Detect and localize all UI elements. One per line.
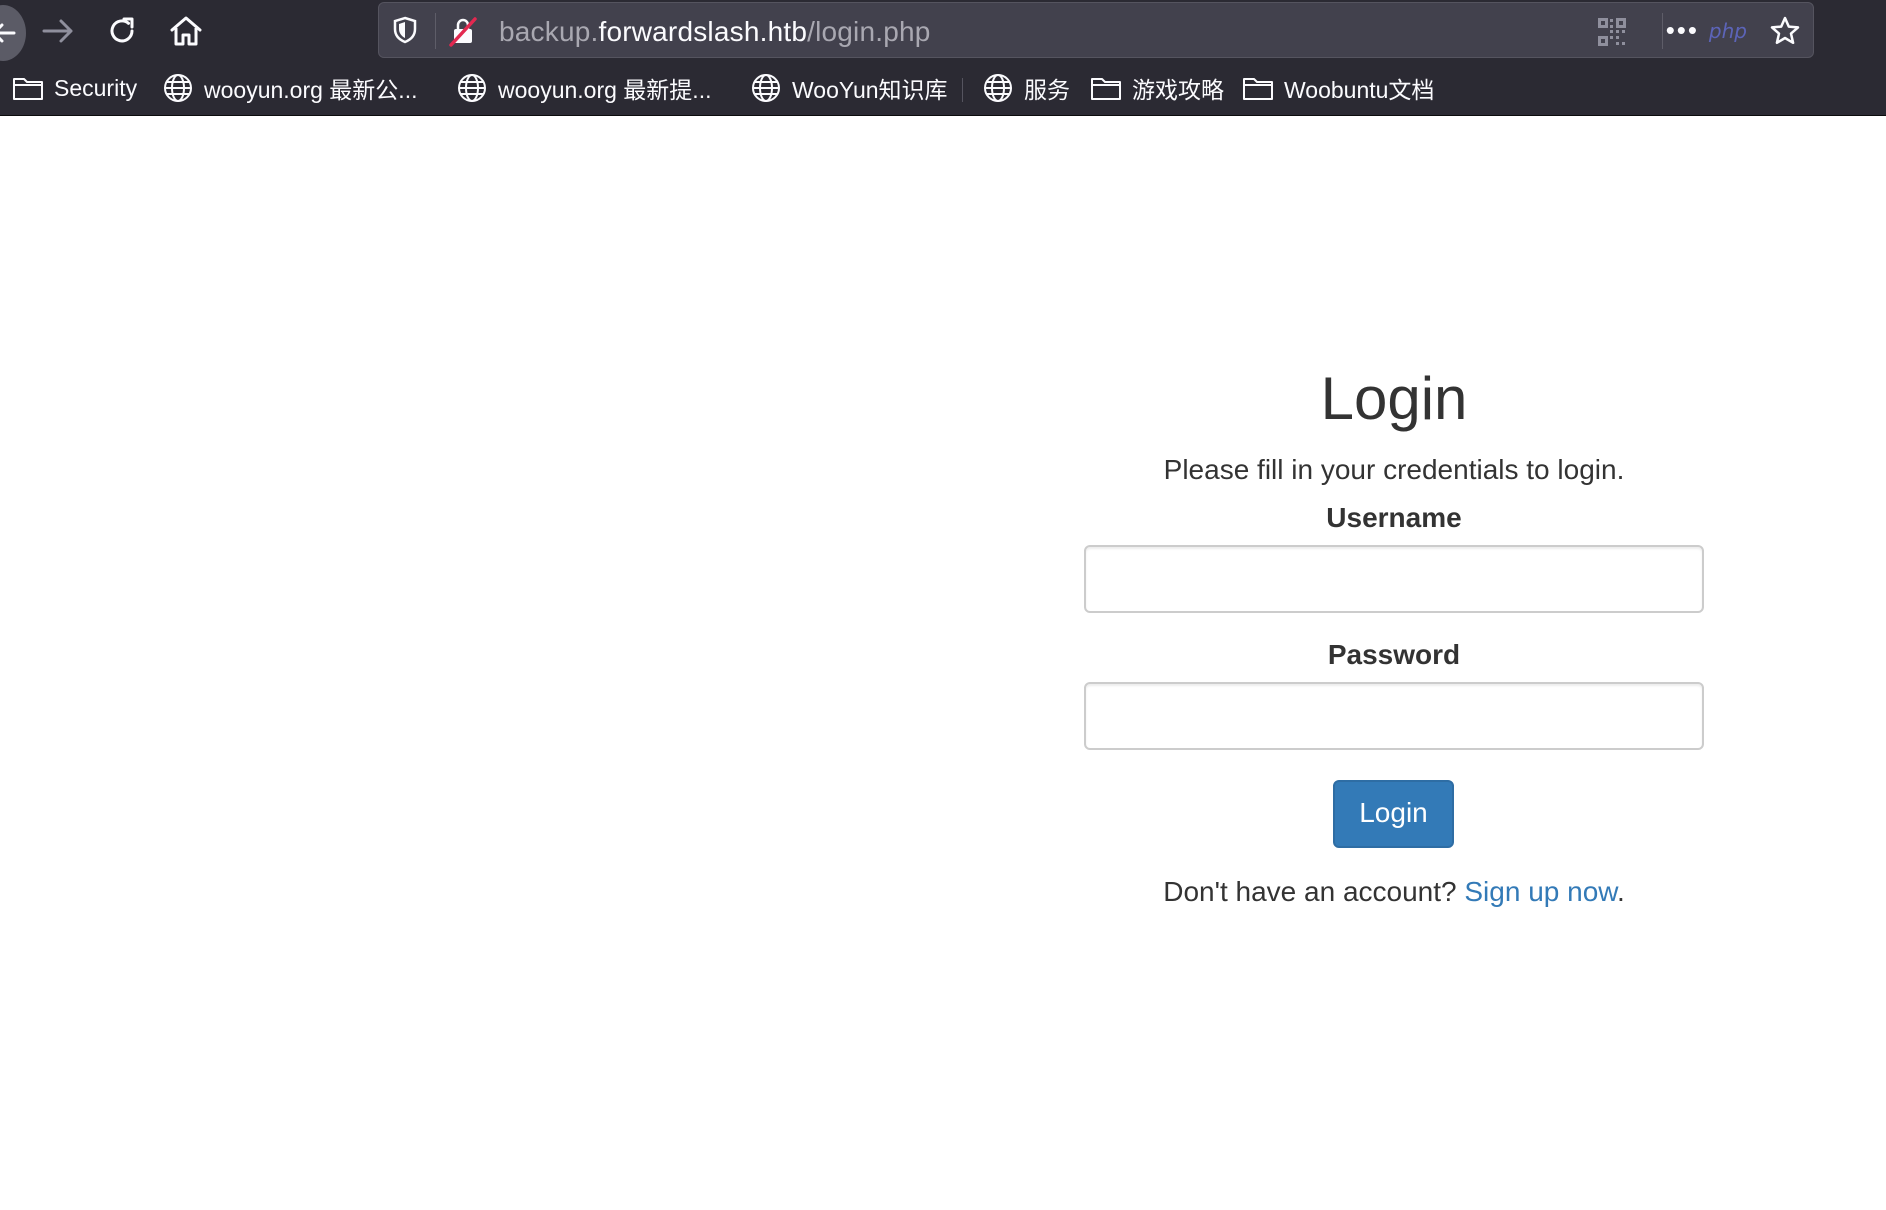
url-separator	[435, 13, 436, 49]
bookmark-label: wooyun.org 最新公...	[204, 77, 418, 103]
bookmark-label: wooyun.org 最新提...	[498, 77, 712, 103]
more-actions-icon[interactable]: •••	[1666, 15, 1699, 46]
bookmark-wooyun-latest-public[interactable]: wooyun.org 最新公...	[162, 72, 417, 104]
bookmarks-toolbar: Security wooyun.org 最新公... wooyun.org 最新…	[0, 62, 1886, 116]
bookmark-separator	[962, 78, 963, 102]
insecure-lock-icon[interactable]	[449, 17, 477, 52]
url-separator	[1662, 13, 1663, 49]
arrow-right-icon	[42, 19, 73, 43]
username-label: Username	[1326, 502, 1462, 533]
qr-code-icon[interactable]	[1597, 17, 1627, 52]
url-host: forwardslash.htb	[598, 16, 808, 47]
password-input[interactable]	[1084, 682, 1704, 750]
home-button[interactable]	[162, 8, 210, 54]
globe-icon	[458, 74, 486, 102]
bookmark-label: Woobuntu文档	[1284, 77, 1435, 103]
reload-icon	[110, 17, 134, 43]
signup-prompt-text: Don't have an account?	[1163, 876, 1465, 907]
bookmark-star-icon[interactable]	[1769, 15, 1801, 52]
url-subdomain: backup.	[499, 16, 599, 47]
reload-button[interactable]	[98, 8, 146, 54]
bookmark-label: WooYun知识库	[792, 77, 948, 103]
signup-prompt: Don't have an account? Sign up now.	[1084, 872, 1704, 912]
php-addon-icon[interactable]: php	[1709, 19, 1747, 43]
login-button[interactable]: Login	[1333, 780, 1454, 848]
bookmark-wooyun-knowledge[interactable]: WooYun知识库	[750, 72, 948, 104]
globe-icon	[752, 74, 780, 102]
page-title: Login	[1320, 365, 1468, 432]
bookmark-label: 服务	[1024, 77, 1070, 103]
globe-icon	[164, 74, 192, 102]
bookmark-folder-woobuntu-docs[interactable]: Woobuntu文档	[1242, 72, 1434, 104]
home-icon	[170, 16, 202, 46]
page-subtitle: Please fill in your credentials to login…	[1163, 454, 1625, 485]
username-input[interactable]	[1084, 545, 1704, 613]
url-text[interactable]: backup.forwardslash.htb/login.php	[499, 16, 931, 48]
arrow-left-icon	[0, 23, 16, 43]
bookmark-wooyun-latest-submitted[interactable]: wooyun.org 最新提...	[456, 72, 711, 104]
signup-link[interactable]: Sign up now	[1464, 876, 1617, 907]
url-path: /login.php	[807, 16, 931, 47]
signup-suffix: .	[1616, 876, 1625, 907]
bookmark-label: 游戏攻略	[1132, 77, 1224, 103]
bookmark-label: Security	[54, 74, 138, 101]
bookmark-folder-security[interactable]: Security	[12, 72, 137, 104]
browser-toolbar: backup.forwardslash.htb/login.php ••• ph…	[0, 0, 1886, 62]
bookmark-folder-game-guides[interactable]: 游戏攻略	[1090, 72, 1224, 104]
bookmark-services[interactable]: 服务	[982, 72, 1070, 104]
folder-icon	[1091, 78, 1121, 100]
back-button[interactable]	[0, 5, 26, 61]
globe-icon	[984, 74, 1012, 102]
tracking-protection-shield-icon[interactable]	[393, 16, 417, 49]
forward-button[interactable]	[34, 8, 82, 54]
password-label: Password	[1327, 639, 1461, 670]
url-bar[interactable]: backup.forwardslash.htb/login.php ••• ph…	[378, 2, 1814, 58]
folder-icon	[1243, 78, 1273, 100]
folder-icon	[13, 78, 43, 100]
